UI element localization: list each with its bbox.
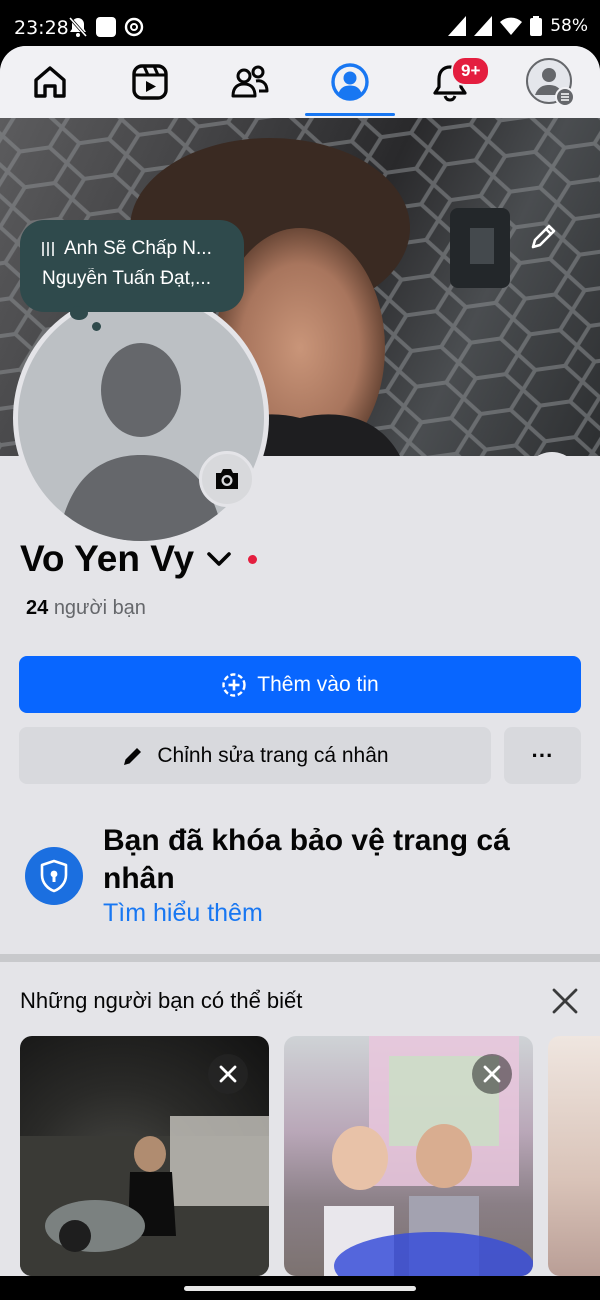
threads-icon (124, 17, 144, 37)
friend-count-label: người bạn (53, 597, 146, 619)
pencil-icon (531, 224, 556, 249)
profile-name-row[interactable]: Vo Yen Vy (20, 538, 258, 580)
audio-bars-icon (42, 242, 54, 256)
close-icon (483, 1065, 501, 1083)
active-tab-indicator (305, 113, 395, 116)
add-to-story-label: Thêm vào tin (257, 672, 379, 696)
pymk-card[interactable] (548, 1036, 600, 1276)
signal-icon (474, 16, 493, 36)
shield-lock-icon (40, 859, 68, 893)
notification-badge: 9+ (451, 56, 491, 86)
chevron-down-icon[interactable] (206, 550, 232, 568)
dismiss-suggestion-button[interactable] (208, 1054, 248, 1094)
battery-icon (530, 16, 543, 36)
profile-locked-title: Bạn đã khóa bảo vệ trang cá nhân (103, 824, 510, 895)
profile-icon (331, 63, 369, 101)
nav-home[interactable] (20, 58, 80, 106)
learn-more-link[interactable]: Tìm hiểu thêm (103, 899, 263, 928)
edit-profile-label: Chỉnh sửa trang cá nhân (157, 743, 389, 767)
app-square-icon (96, 17, 116, 37)
home-indicator[interactable] (184, 1286, 416, 1291)
edit-profile-button[interactable]: Chỉnh sửa trang cá nhân (19, 727, 491, 784)
bubble-tail (70, 306, 88, 320)
close-icon (219, 1065, 237, 1083)
menu-avatar-icon (526, 58, 575, 107)
unread-dot (248, 554, 258, 564)
camera-icon (216, 469, 238, 489)
nav-friends[interactable] (220, 58, 280, 106)
section-divider (0, 954, 600, 962)
friend-count[interactable]: 24 người bạn (26, 597, 146, 620)
song-artist: Nguyễn Tuấn Đạt,... (42, 268, 211, 289)
add-to-story-button[interactable]: Thêm vào tin (19, 656, 581, 713)
more-icon: ··· (531, 742, 554, 768)
song-title: Anh Sẽ Chấp N... (64, 238, 212, 259)
pencil-icon (124, 747, 142, 765)
profile-lock-badge (25, 847, 83, 905)
pymk-card[interactable] (284, 1036, 533, 1276)
edit-cover-button[interactable] (528, 220, 560, 257)
nav-menu[interactable] (520, 58, 580, 107)
video-icon (132, 64, 168, 100)
add-circle-icon (222, 672, 246, 697)
music-note-bubble[interactable]: Anh Sẽ Chấp N... Nguyễn Tuấn Đạt,... (20, 220, 244, 312)
nav-video[interactable] (120, 58, 180, 106)
signal-icon (448, 16, 467, 36)
friend-count-number: 24 (26, 597, 49, 619)
gesture-bar (0, 1276, 600, 1300)
battery-percent: 58% (550, 16, 588, 36)
profile-name: Vo Yen Vy (20, 538, 195, 579)
top-nav: 9+ (0, 46, 600, 118)
status-time: 23:28 (14, 17, 69, 39)
pymk-card[interactable] (20, 1036, 269, 1276)
dismiss-suggestion-button[interactable] (472, 1054, 512, 1094)
nav-profile[interactable] (320, 58, 380, 106)
pymk-dismiss-button[interactable] (550, 986, 580, 1021)
close-icon (552, 988, 578, 1014)
avatar-camera-button[interactable] (199, 451, 255, 507)
bubble-tail-dot (92, 322, 101, 331)
profile-picture[interactable] (13, 290, 269, 546)
mute-bell-icon (68, 17, 88, 37)
wifi-icon (500, 17, 523, 35)
home-icon (34, 66, 66, 98)
more-options-button[interactable]: ··· (504, 727, 581, 784)
pymk-title: Những người bạn có thể biết (20, 988, 303, 1013)
friends-icon (231, 65, 269, 98)
profile-screen: 9+ Anh Sẽ Chấp N... Nguyễn Tuấn Đạt,... … (0, 46, 600, 1276)
